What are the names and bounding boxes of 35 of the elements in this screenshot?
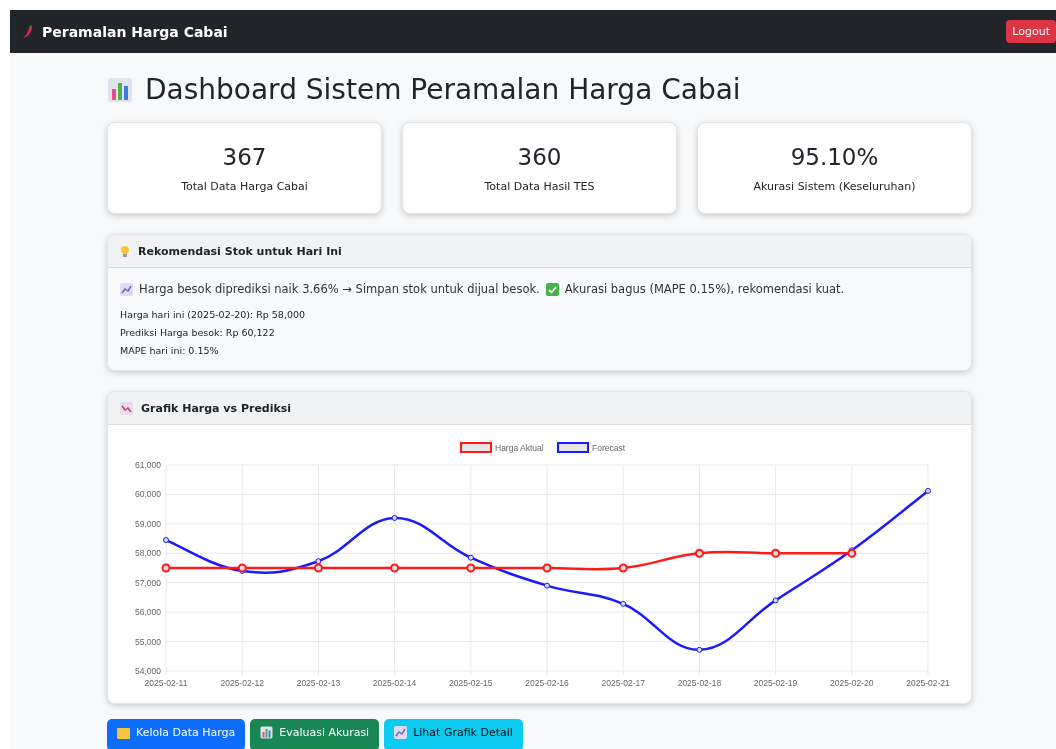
- axis-tick-label: 2025-02-19: [753, 678, 798, 688]
- axis-tick-label: 2025-02-21: [906, 678, 950, 688]
- stat-label: Akurasi Sistem (Keseluruhan): [753, 179, 916, 193]
- axis-tick-label: 2025-02-11: [144, 678, 188, 688]
- page-title: Dashboard Sistem Peramalan Harga Cabai: [145, 73, 741, 106]
- legend-label: Harga Aktual: [495, 443, 544, 453]
- axis-tick-label: 57,000: [135, 577, 161, 588]
- axis-tick-label: 59,000: [135, 518, 161, 529]
- recommendation-message: Harga besok diprediksi naik 3.66% → Simpan stok untuk dijual besok.: [139, 282, 540, 296]
- card-title: Rekomendasi Stok untuk Hari Ini: [138, 244, 342, 258]
- stat-value: 367: [222, 143, 267, 170]
- axis-tick-label: 2025-02-13: [296, 678, 341, 688]
- axis-tick-label: 2025-02-17: [601, 678, 645, 688]
- axis-tick-label: 2025-02-14: [372, 678, 417, 688]
- stat-label: Total Data Harga Cabai: [181, 179, 308, 193]
- detail-text: MAPE hari ini: 0.15%: [120, 344, 220, 358]
- detail-text: Harga hari ini (2025-02-20): Rp 58,000: [120, 308, 307, 322]
- axis-tick-label: 2025-02-20: [830, 678, 874, 688]
- axis-tick-label: 56,000: [135, 607, 161, 618]
- axis-tick-label: 58,000: [135, 548, 161, 559]
- axis-tick-label: 60,000: [135, 489, 161, 500]
- legend-label: Forecast: [592, 443, 626, 453]
- axis-tick-label: 2025-02-16: [525, 678, 569, 688]
- card-title: Grafik Harga vs Prediksi: [141, 401, 292, 415]
- axis-tick-label: 54,000: [135, 666, 161, 676]
- axis-tick-label: 55,000: [135, 636, 161, 647]
- stat-value: 95.10%: [790, 143, 879, 170]
- stat-value: 360: [517, 143, 562, 170]
- axis-tick-label: 2025-02-15: [449, 678, 493, 688]
- accuracy-note: Akurasi bagus (MAPE 0.15%), rekomendasi kuat.: [564, 282, 845, 296]
- detail-text: Prediksi Harga besok: Rp 60,122: [120, 326, 276, 340]
- axis-tick-label: 2025-02-12: [220, 678, 264, 688]
- axis-tick-label: 61,000: [135, 460, 161, 470]
- axis-tick-label: 2025-02-18: [677, 678, 722, 688]
- stat-label: Total Data Hasil TES: [484, 179, 595, 193]
